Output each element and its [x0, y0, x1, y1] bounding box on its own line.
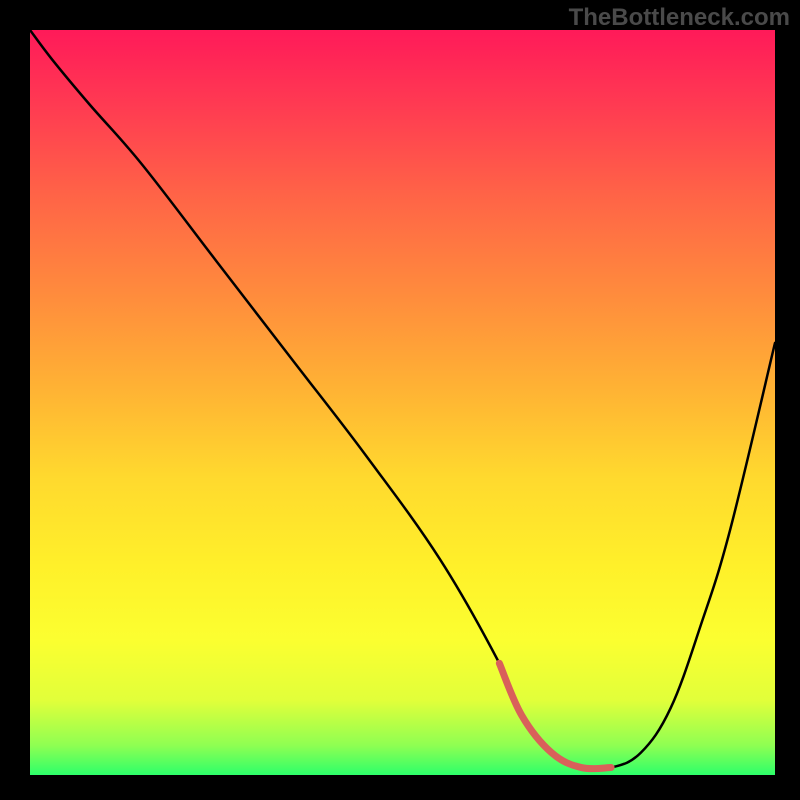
chart-container: TheBottleneck.com: [0, 0, 800, 800]
curve-path: [30, 30, 775, 770]
watermark-text: TheBottleneck.com: [569, 4, 790, 32]
plot-area: [30, 30, 775, 775]
highlight-segment: [499, 663, 611, 768]
chart-svg: [30, 30, 775, 775]
